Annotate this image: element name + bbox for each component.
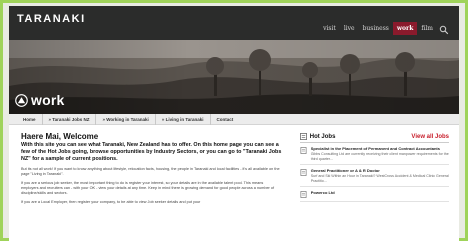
search-icon[interactable]	[439, 22, 451, 35]
hero-photo	[9, 40, 459, 114]
topnav-business[interactable]: business	[359, 22, 393, 35]
hot-jobs-panel: Hot Jobs View all Jobs Specialist in the…	[299, 133, 449, 205]
section-nav: Home » Taranaki Jobs NZ » Working in Tar…	[9, 113, 459, 125]
main-column: Haere Mai, Welcome With this site you ca…	[21, 131, 282, 205]
job-description: Gibbs Consulting Ltd are currently recei…	[310, 152, 449, 161]
hot-jobs-icon	[299, 133, 307, 140]
intro-text: With this site you can see what Taranaki…	[21, 142, 282, 162]
document-icon	[300, 147, 307, 154]
job-item[interactable]: Specialist in the Placement of Permanent…	[299, 143, 449, 166]
job-item[interactable]: General Practitioner or A & R Doctor Sur…	[299, 165, 449, 188]
taranaki-mark-icon	[15, 93, 28, 107]
document-icon	[300, 169, 307, 177]
hot-jobs-heading: Hot Jobs	[299, 133, 336, 140]
job-title[interactable]: Powerco Ltd	[311, 190, 449, 195]
job-description: Surf and Ski Within an Hour in Taranaki?…	[310, 174, 449, 183]
paragraph-job-seeker: If you are a serious job seeker, the mos…	[21, 181, 275, 195]
nav-contact[interactable]: Contact	[211, 114, 240, 125]
paragraph-lifestyle: But its not all work! If you want to kno…	[21, 167, 280, 176]
nav-taranaki-jobs[interactable]: » Taranaki Jobs NZ	[43, 113, 97, 125]
nav-working-in-taranaki[interactable]: » Working in Taranaki	[96, 113, 156, 125]
site-logo[interactable]: TARANAKI	[17, 13, 86, 25]
topnav-visit[interactable]: visit	[319, 22, 340, 35]
hero-brand: work	[15, 92, 64, 108]
nav-home[interactable]: Home	[17, 113, 43, 125]
page-title: Haere Mai, Welcome	[21, 132, 99, 141]
job-item[interactable]: Powerco Ltd	[299, 187, 449, 203]
content-area: Haere Mai, Welcome With this site you ca…	[9, 125, 459, 205]
hot-jobs-title: Hot Jobs	[309, 133, 336, 140]
view-all-jobs-link[interactable]: View all Jobs	[411, 134, 449, 140]
hot-jobs-header: Hot Jobs View all Jobs	[299, 133, 449, 143]
top-bar: TARANAKI visit live business work film	[9, 6, 459, 40]
job-title[interactable]: Specialist in the Placement of Permanent…	[311, 146, 449, 151]
web-page: TARANAKI visit live business work film w…	[9, 6, 459, 241]
topnav-live[interactable]: live	[340, 22, 359, 35]
job-title[interactable]: General Practitioner or A & R Doctor	[311, 168, 449, 173]
nav-living-in-taranaki[interactable]: » Living in Taranaki	[156, 113, 211, 125]
topnav-film[interactable]: film	[417, 22, 437, 35]
hero-brand-text: work	[31, 92, 65, 108]
topnav-work[interactable]: work	[392, 21, 418, 35]
hero-banner: work	[9, 40, 459, 114]
document-icon	[300, 191, 307, 199]
paragraph-employer: If you are a Local Employer, then regist…	[21, 200, 201, 204]
